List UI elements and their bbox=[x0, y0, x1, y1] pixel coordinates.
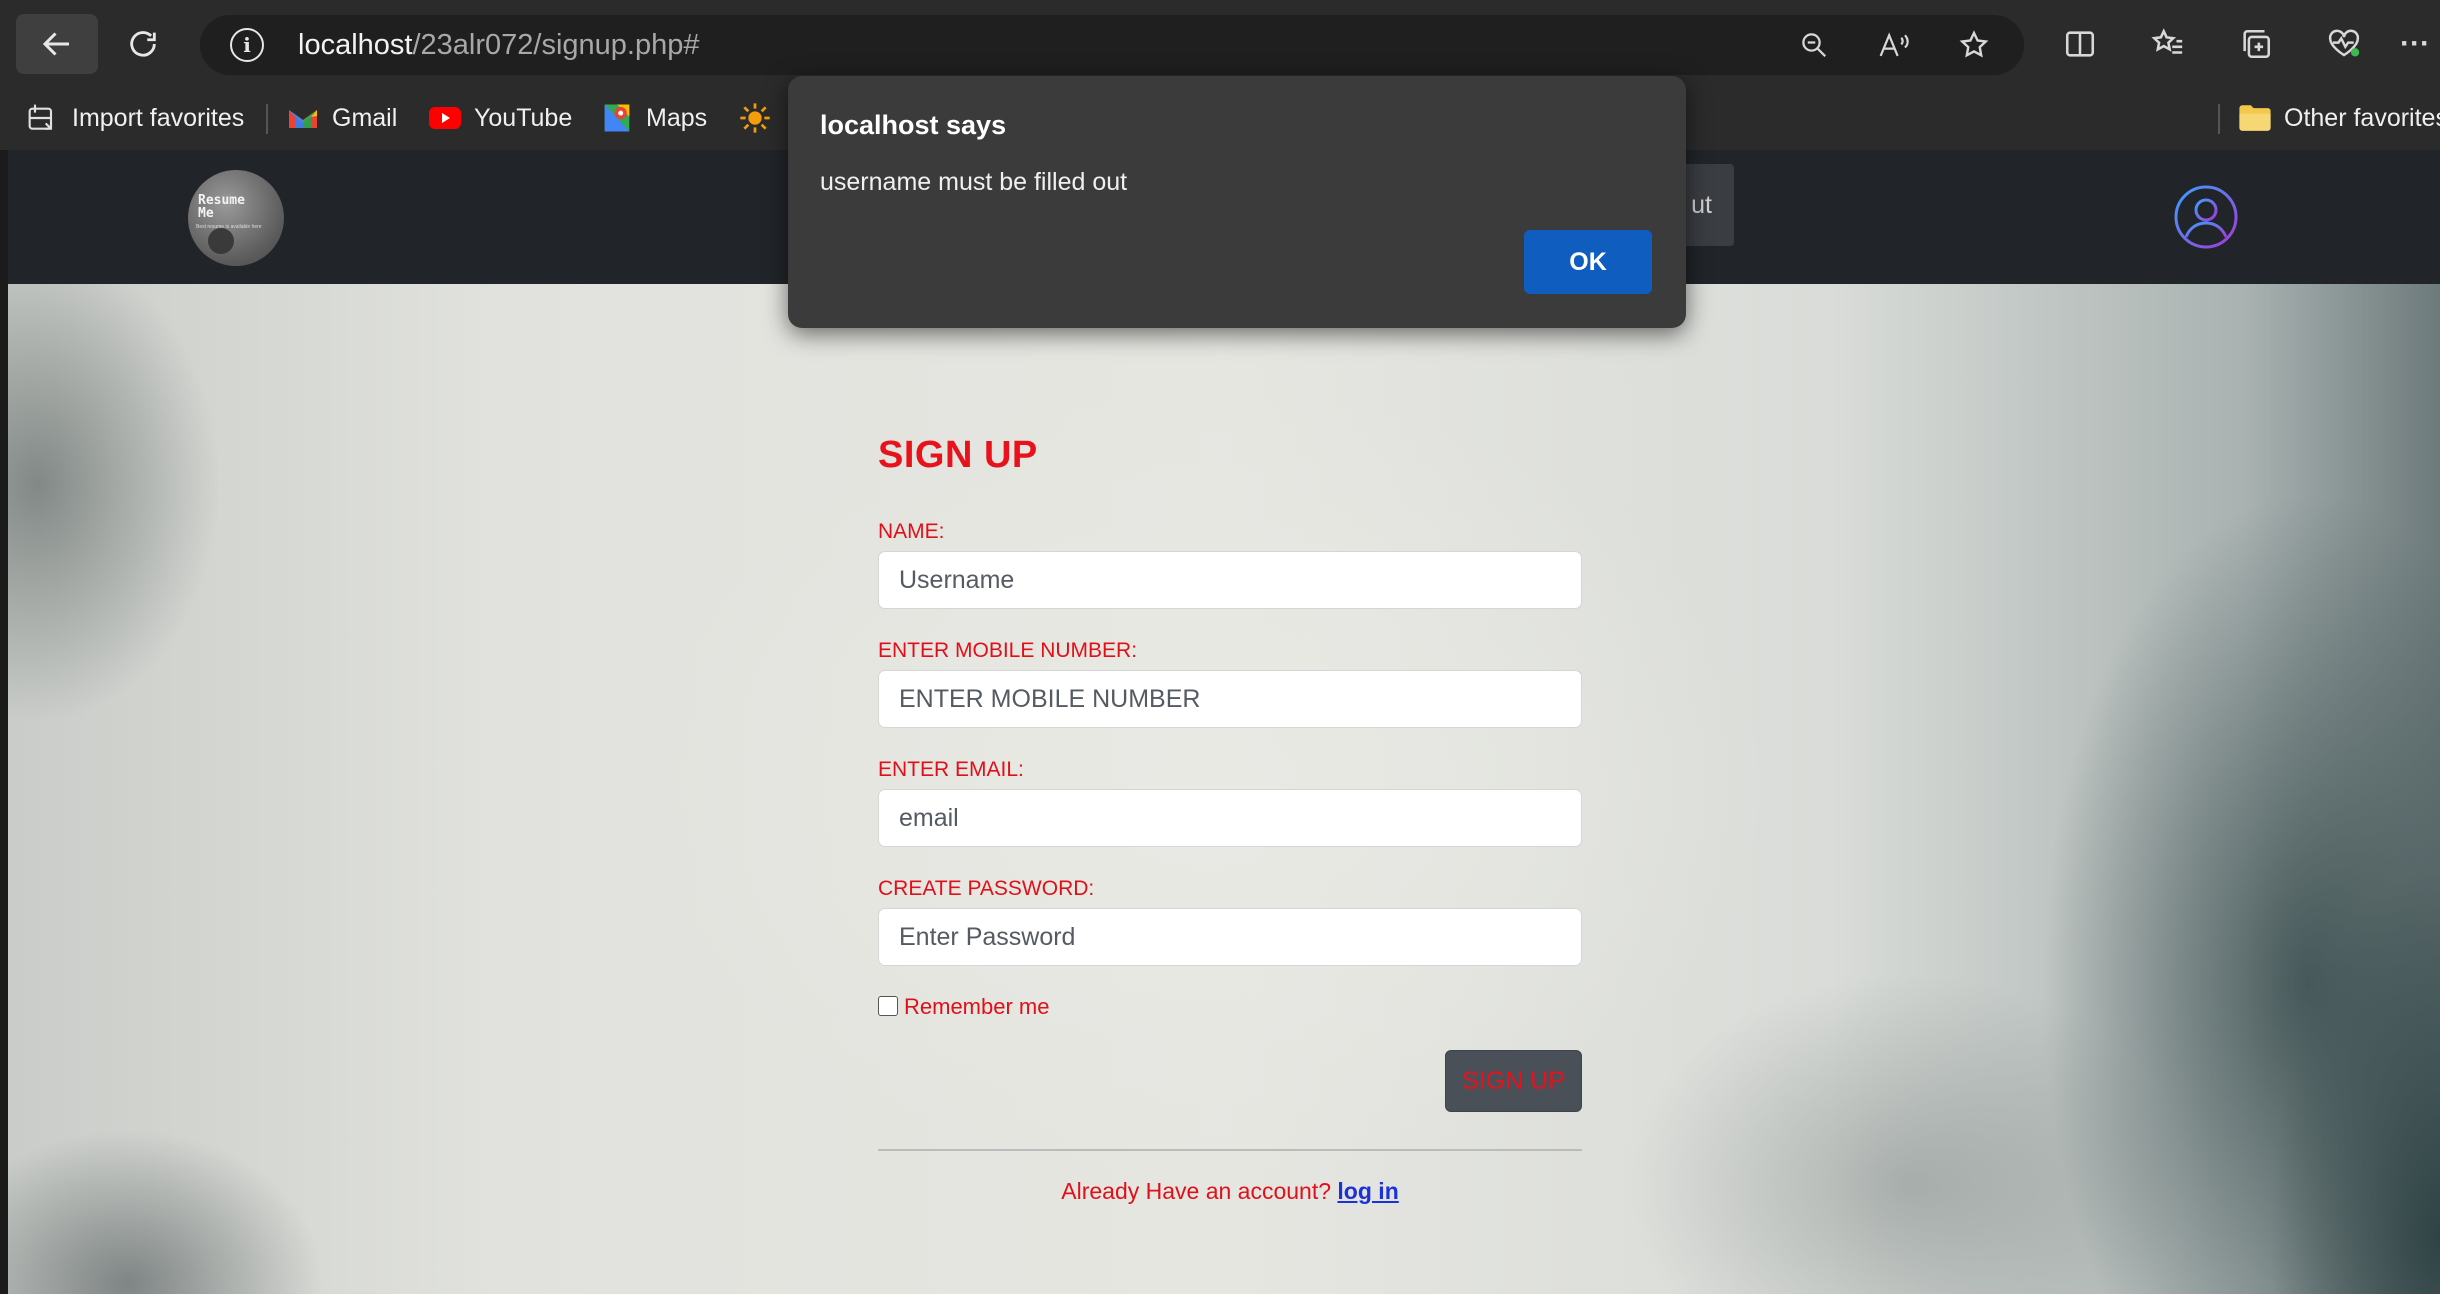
mobile-label: ENTER MOBILE NUMBER: bbox=[878, 639, 1138, 662]
gmail-icon bbox=[286, 101, 320, 135]
password-label: CREATE PASSWORD: bbox=[878, 877, 1095, 900]
bookmark-label: Gmail bbox=[332, 103, 398, 132]
url-host: localhost bbox=[298, 29, 413, 61]
youtube-icon bbox=[428, 101, 462, 135]
bookmark-label: Other favorites bbox=[2284, 103, 2440, 132]
logo-title: Resume Me bbox=[198, 193, 245, 221]
browser-essentials-icon[interactable] bbox=[2322, 22, 2366, 66]
url-text[interactable]: localhost/23alr072/signup.php# bbox=[298, 29, 699, 62]
form-divider bbox=[878, 1149, 1582, 1151]
import-favorites-icon bbox=[26, 101, 60, 135]
favorites-icon[interactable] bbox=[2146, 22, 2190, 66]
email-input[interactable] bbox=[878, 789, 1582, 847]
username-input[interactable] bbox=[878, 551, 1582, 609]
form-title: SIGN UP bbox=[878, 434, 1038, 476]
logo-mark bbox=[208, 228, 234, 254]
already-text: Already Have an account? bbox=[1061, 1178, 1332, 1204]
maps-icon bbox=[600, 101, 634, 135]
mobile-input[interactable] bbox=[878, 670, 1582, 728]
sun-icon bbox=[738, 101, 772, 135]
address-bar[interactable]: i localhost/23alr072/signup.php# bbox=[200, 15, 2024, 75]
bookmark-separator bbox=[266, 104, 268, 134]
password-input[interactable] bbox=[878, 908, 1582, 966]
bookmark-label: Maps bbox=[646, 103, 708, 132]
logo-tagline: Best resume is available here bbox=[196, 224, 262, 230]
login-prompt: Already Have an account? log in bbox=[878, 1178, 1582, 1205]
remember-checkbox[interactable] bbox=[878, 996, 898, 1016]
bookmark-maps[interactable]: Maps bbox=[600, 98, 707, 138]
bookmark-youtube[interactable]: YouTube bbox=[428, 98, 572, 138]
signup-button[interactable]: SIGN UP bbox=[1445, 1050, 1582, 1112]
name-label: NAME: bbox=[878, 520, 945, 543]
collections-icon[interactable] bbox=[2234, 22, 2278, 66]
email-label: ENTER EMAIL: bbox=[878, 758, 1024, 781]
bookmark-weather[interactable] bbox=[738, 98, 784, 138]
folder-icon bbox=[2238, 101, 2272, 135]
browser-toolbar: i localhost/23alr072/signup.php# ··· bbox=[0, 0, 2440, 88]
favorite-star-icon[interactable] bbox=[1956, 27, 1992, 63]
dialog-message: username must be filled out bbox=[820, 168, 1128, 196]
bookmark-import-favorites[interactable]: Import favorites bbox=[26, 98, 244, 138]
more-menu-icon[interactable]: ··· bbox=[2400, 22, 2440, 66]
profile-icon[interactable] bbox=[2173, 184, 2239, 250]
bookmark-separator bbox=[2218, 104, 2220, 134]
bookmark-label: YouTube bbox=[474, 103, 573, 132]
alert-dialog: localhost says username must be filled o… bbox=[788, 76, 1686, 328]
remember-label[interactable]: Remember me bbox=[904, 994, 1049, 1020]
bookmark-gmail[interactable]: Gmail bbox=[286, 98, 397, 138]
login-link[interactable]: log in bbox=[1337, 1178, 1398, 1204]
zoom-out-icon[interactable] bbox=[1796, 27, 1832, 63]
bookmark-label: Import favorites bbox=[72, 103, 245, 132]
site-logo[interactable]: Resume Me Best resume is available here bbox=[188, 170, 284, 266]
url-path: /23alr072/signup.php# bbox=[412, 29, 700, 61]
refresh-button[interactable] bbox=[102, 14, 184, 74]
split-screen-icon[interactable] bbox=[2058, 22, 2102, 66]
bookmark-other-favorites[interactable]: Other favorites bbox=[2238, 98, 2440, 138]
dialog-title: localhost says bbox=[820, 110, 1007, 140]
back-button[interactable] bbox=[16, 14, 98, 74]
back-arrow-icon bbox=[42, 32, 69, 56]
site-info-icon[interactable]: i bbox=[230, 28, 264, 62]
read-aloud-icon[interactable] bbox=[1876, 27, 1912, 63]
refresh-icon bbox=[130, 31, 156, 57]
dialog-ok-button[interactable]: OK bbox=[1524, 230, 1652, 294]
